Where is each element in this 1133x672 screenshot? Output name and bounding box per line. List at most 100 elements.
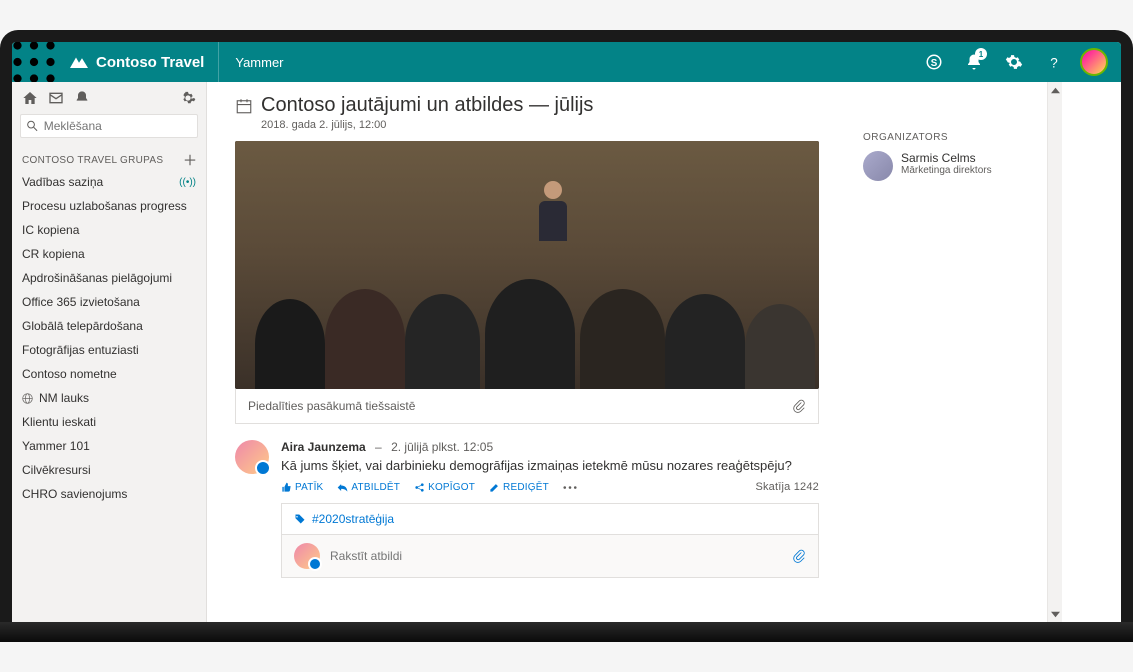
attachment-icon[interactable] <box>792 399 806 413</box>
sidebar-item[interactable]: Office 365 izvietošana <box>12 290 206 314</box>
gear-icon <box>1005 53 1023 71</box>
ellipsis-icon <box>563 482 577 493</box>
sidebar-item-label: Contoso nometne <box>22 367 117 381</box>
alerts-icon[interactable] <box>74 90 90 106</box>
brand-name: Contoso Travel <box>96 54 204 71</box>
sidebar-item[interactable]: Apdrošināšanas pielāgojumi <box>12 266 206 290</box>
sidebar-item-label: Office 365 izvietošana <box>22 295 140 309</box>
hashtag-link[interactable]: #2020stratēģija <box>312 512 394 526</box>
sidebar-item[interactable]: Klientu ieskati <box>12 410 206 434</box>
waffle-icon <box>12 42 56 84</box>
post-text: Kā jums šķiet, vai darbinieku demogrāfij… <box>281 458 819 473</box>
sidebar-item[interactable]: IC kopiena <box>12 218 206 242</box>
share-button[interactable]: KOPĪGOT <box>414 482 475 493</box>
vertical-scrollbar[interactable] <box>1047 82 1062 622</box>
edit-button[interactable]: REDIĢĒT <box>489 482 549 493</box>
sidebar-item[interactable]: Vadības saziņa((•)) <box>12 170 206 194</box>
sidebar-item[interactable]: Contoso nometne <box>12 362 206 386</box>
globe-icon <box>22 393 33 404</box>
reply-button[interactable]: ATBILDĒT <box>337 482 400 493</box>
chevron-up-icon <box>1051 86 1060 95</box>
reply-input[interactable] <box>330 549 782 563</box>
add-group-icon[interactable] <box>184 154 196 166</box>
sidebar-item[interactable]: Fotogrāfijas entuziasti <box>12 338 206 362</box>
settings-button[interactable] <box>995 42 1033 82</box>
reply-composer[interactable] <box>281 534 819 578</box>
sidebar-item-label: CR kopiena <box>22 247 85 261</box>
notification-badge: 1 <box>975 48 987 60</box>
post-author[interactable]: Aira Jaunzema <box>281 440 366 454</box>
post-header: Aira Jaunzema – 2. jūlijā plkst. 12:05 <box>281 440 819 454</box>
join-label: Piedalīties pasākumā tiešsaistē <box>248 399 415 413</box>
current-user-avatar <box>294 543 320 569</box>
brand-logo[interactable]: Contoso Travel <box>56 42 219 82</box>
sidebar-item[interactable]: CHRO savienojums <box>12 482 206 506</box>
sidebar-item[interactable]: NM lauks <box>12 386 206 410</box>
reply-icon <box>337 482 348 493</box>
more-button[interactable] <box>563 482 577 493</box>
skype-button[interactable]: S <box>915 42 953 82</box>
notifications-button[interactable]: 1 <box>955 42 993 82</box>
sidebar-item[interactable]: CR kopiena <box>12 242 206 266</box>
sidebar-item-label: CHRO savienojums <box>22 487 127 501</box>
event-title-text: Contoso jautājumi un atbildes — jūlijs <box>261 94 593 117</box>
home-icon[interactable] <box>22 90 38 106</box>
scroll-up-button[interactable] <box>1048 82 1062 98</box>
skype-icon: S <box>925 53 943 71</box>
organizer-name: Sarmis Celms <box>901 151 992 165</box>
search-input[interactable] <box>20 114 198 138</box>
user-avatar <box>1080 48 1108 76</box>
organizer-heading: ORGANIZATORS <box>863 132 1031 143</box>
mail-icon[interactable] <box>48 90 64 106</box>
thumbs-up-icon <box>281 482 292 493</box>
sidebar-item-label: Globālā telepārdošana <box>22 319 143 333</box>
groups-label: CONTOSO TRAVEL GRUPAS <box>22 155 163 166</box>
sidebar-item-label: Apdrošināšanas pielāgojumi <box>22 271 172 285</box>
left-sidebar: CONTOSO TRAVEL GRUPAS Vadības saziņa((•)… <box>12 82 207 622</box>
sidebar-item-label: Fotogrāfijas entuziasti <box>22 343 139 357</box>
post: Aira Jaunzema – 2. jūlijā plkst. 12:05 K… <box>235 440 819 578</box>
sidebar-item[interactable]: Cilvēkresursi <box>12 458 206 482</box>
organizer-card[interactable]: Sarmis Celms Mārketinga direktors <box>863 151 1031 181</box>
sidebar-settings-icon[interactable] <box>180 90 196 106</box>
post-views: Skatīja 1242 <box>755 481 819 493</box>
mountain-icon <box>70 55 88 69</box>
reply-attachment-icon[interactable] <box>792 549 806 563</box>
sidebar-item[interactable]: Yammer 101 <box>12 434 206 458</box>
sidebar-item-label: Cilvēkresursi <box>22 463 91 477</box>
svg-text:?: ? <box>1050 55 1058 70</box>
organizer-role: Mārketinga direktors <box>901 165 992 176</box>
groups-list: Vadības saziņa((•)) Procesu uzlabošanas p… <box>12 170 206 506</box>
scroll-down-button[interactable] <box>1048 606 1062 622</box>
app-launcher[interactable] <box>12 42 56 84</box>
search-field[interactable] <box>44 119 191 133</box>
help-button[interactable]: ? <box>1035 42 1073 82</box>
sidebar-item[interactable]: Procesu uzlabošanas progress <box>12 194 206 218</box>
tag-icon <box>294 513 306 525</box>
sidebar-item-label: Klientu ieskati <box>22 415 96 429</box>
join-event-bar[interactable]: Piedalīties pasākumā tiešsaistē <box>235 389 819 424</box>
like-button[interactable]: PATĪK <box>281 482 323 493</box>
sidebar-item[interactable]: Globālā telepārdošana <box>12 314 206 338</box>
global-header: Contoso Travel Yammer S 1 ? <box>12 42 1121 82</box>
event-title: Contoso jautājumi un atbildes — jūlijs <box>235 94 819 117</box>
post-tags: #2020stratēģija <box>281 503 819 534</box>
sidebar-item-label: Procesu uzlabošanas progress <box>22 199 187 213</box>
post-timestamp: 2. jūlijā plkst. 12:05 <box>391 440 493 454</box>
app-name: Yammer <box>219 55 299 70</box>
event-video[interactable] <box>235 141 819 389</box>
chevron-down-icon <box>1051 610 1060 619</box>
sidebar-item-label: NM lauks <box>39 391 89 405</box>
sidebar-item-label: Yammer 101 <box>22 439 90 453</box>
pencil-icon <box>489 482 500 493</box>
sidebar-item-label: IC kopiena <box>22 223 79 237</box>
groups-header: CONTOSO TRAVEL GRUPAS <box>12 146 206 170</box>
share-icon <box>414 482 425 493</box>
right-pane: ORGANIZATORS Sarmis Celms Mārketinga dir… <box>847 82 1047 622</box>
account-button[interactable] <box>1075 42 1113 82</box>
post-author-avatar[interactable] <box>235 440 269 474</box>
sidebar-item-label: Vadības saziņa <box>22 175 103 189</box>
organizer-avatar <box>863 151 893 181</box>
help-icon: ? <box>1045 53 1063 71</box>
event-datetime: 2018. gada 2. jūlijs, 12:00 <box>261 119 819 131</box>
